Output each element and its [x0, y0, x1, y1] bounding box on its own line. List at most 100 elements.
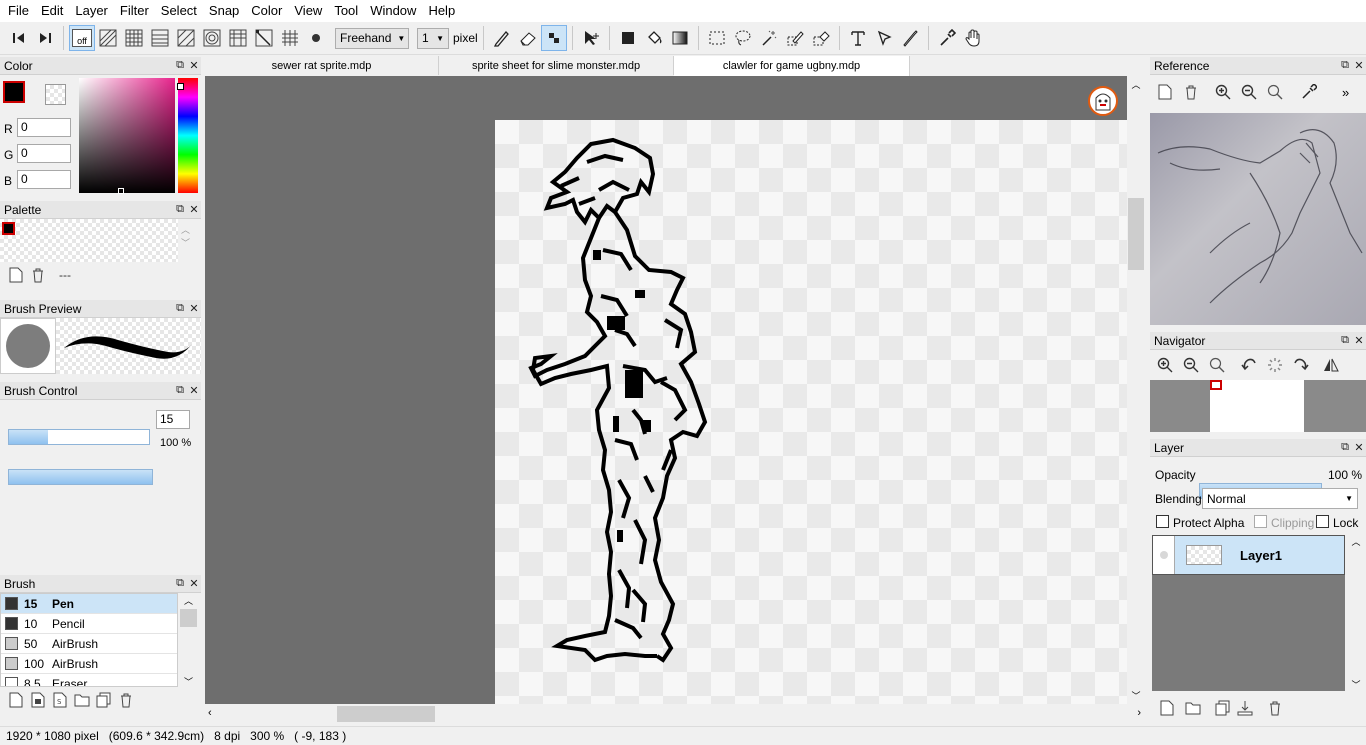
zoom-reset-icon[interactable]: [1206, 354, 1228, 376]
trash-icon[interactable]: [1264, 697, 1286, 719]
duplicate-layer-icon[interactable]: [1212, 697, 1234, 719]
brush-size-input[interactable]: 15: [156, 410, 190, 429]
zoom-in-icon[interactable]: [1212, 81, 1234, 103]
eyedropper-tool-icon[interactable]: [934, 25, 960, 51]
hand-tool-icon[interactable]: [960, 25, 986, 51]
layer-row[interactable]: Layer1: [1152, 535, 1345, 575]
folder-icon[interactable]: [71, 689, 93, 711]
menu-tool[interactable]: Tool: [328, 0, 364, 22]
g-input[interactable]: 0: [17, 144, 71, 163]
mode-select[interactable]: Freehand ▼: [335, 27, 409, 49]
zoom-in-icon[interactable]: [1154, 354, 1176, 376]
lasso-tool-icon[interactable]: [730, 25, 756, 51]
chevron-down-icon[interactable]: ﹀: [1127, 689, 1145, 702]
close-icon[interactable]: ✕: [1352, 59, 1366, 72]
fill-rect-tool-icon[interactable]: [615, 25, 641, 51]
zoom-reset-icon[interactable]: [1264, 81, 1286, 103]
trash-icon[interactable]: [1180, 81, 1202, 103]
scroll-thumb[interactable]: [180, 609, 197, 627]
brush-script-icon[interactable]: S: [49, 689, 71, 711]
trash-icon[interactable]: [115, 689, 137, 711]
pen-tool-icon[interactable]: [489, 25, 515, 51]
snap-concentric-icon[interactable]: [199, 25, 225, 51]
menu-view[interactable]: View: [288, 0, 328, 22]
divide-tool-icon[interactable]: [897, 25, 923, 51]
menu-edit[interactable]: Edit: [35, 0, 69, 22]
menu-filter[interactable]: Filter: [114, 0, 155, 22]
select-rect-tool-icon[interactable]: [704, 25, 730, 51]
brush-item[interactable]: 100 AirBrush: [1, 654, 177, 674]
move-tool-icon[interactable]: [578, 25, 604, 51]
snap-parallel-icon[interactable]: [95, 25, 121, 51]
snap-grid-icon[interactable]: [121, 25, 147, 51]
snap-curve-icon[interactable]: [251, 25, 277, 51]
gradient-tool-icon[interactable]: [667, 25, 693, 51]
hue-slider[interactable]: [178, 78, 198, 193]
float-icon[interactable]: ⧉: [173, 302, 187, 315]
eyedropper-icon[interactable]: [1298, 81, 1320, 103]
trash-icon[interactable]: [27, 264, 49, 286]
b-input[interactable]: 0: [17, 170, 71, 189]
navigator-viewport-frame[interactable]: [1210, 380, 1222, 390]
clipping-checkbox[interactable]: [1254, 515, 1267, 528]
open-reference-icon[interactable]: [1154, 81, 1176, 103]
chevron-left-icon[interactable]: ‹: [208, 707, 212, 719]
float-icon[interactable]: ⧉: [1338, 441, 1352, 454]
navigator-preview[interactable]: [1150, 380, 1366, 432]
menu-snap[interactable]: Snap: [203, 0, 245, 22]
dot-icon[interactable]: [303, 25, 329, 51]
menu-help[interactable]: Help: [422, 0, 461, 22]
layer-list-scrollbar[interactable]: ︿ ﹀: [1346, 535, 1366, 691]
chevron-right-icon[interactable]: ›: [1137, 707, 1141, 719]
foreground-color-swatch[interactable]: [3, 81, 25, 103]
next-icon[interactable]: [32, 25, 58, 51]
menu-file[interactable]: File: [2, 0, 35, 22]
lock-checkbox[interactable]: [1316, 515, 1329, 528]
chevron-up-icon[interactable]: ︿: [1346, 535, 1366, 548]
blending-select[interactable]: Normal ▼: [1202, 488, 1358, 509]
r-input[interactable]: 0: [17, 118, 71, 137]
zoom-out-icon[interactable]: [1238, 81, 1260, 103]
tab-clawler[interactable]: clawler for game ugbny.mdp: [674, 56, 910, 76]
select-eraser-tool-icon[interactable]: [808, 25, 834, 51]
snap-3d-icon[interactable]: [277, 25, 303, 51]
snap-off-button[interactable]: off: [69, 25, 95, 51]
chevron-up-icon[interactable]: ︿: [1127, 78, 1145, 91]
select-pen-tool-icon[interactable]: [782, 25, 808, 51]
float-icon[interactable]: ⧉: [1338, 334, 1352, 347]
drawing-canvas[interactable]: [495, 120, 1127, 704]
float-icon[interactable]: ⧉: [173, 203, 187, 216]
new-layer-icon[interactable]: [1156, 697, 1178, 719]
eraser-tool-icon[interactable]: [515, 25, 541, 51]
new-folder-icon[interactable]: [1182, 697, 1204, 719]
chevron-down-icon[interactable]: ﹀: [1346, 678, 1366, 691]
close-icon[interactable]: ✕: [187, 577, 201, 590]
canvas-hscrollbar[interactable]: ‹ ›: [205, 704, 1145, 724]
rotate-reset-icon[interactable]: [1264, 354, 1286, 376]
new-brush-icon[interactable]: [5, 689, 27, 711]
close-icon[interactable]: ✕: [187, 384, 201, 397]
float-icon[interactable]: ⧉: [173, 577, 187, 590]
float-icon[interactable]: ⧉: [173, 59, 187, 72]
brush-size-slider[interactable]: [8, 429, 150, 445]
brush-list-scrollbar[interactable]: ︿ ﹀: [180, 594, 197, 688]
width-select[interactable]: 1 ▼: [417, 27, 449, 49]
dot-pen-tool-icon[interactable]: [540, 25, 567, 51]
close-icon[interactable]: ✕: [1352, 334, 1366, 347]
operation-tool-icon[interactable]: [871, 25, 897, 51]
protect-alpha-checkbox[interactable]: [1156, 515, 1169, 528]
copy-icon[interactable]: [93, 689, 115, 711]
transparent-color-swatch[interactable]: [45, 84, 66, 105]
close-icon[interactable]: ✕: [187, 302, 201, 315]
snap-perspective-icon[interactable]: [225, 25, 251, 51]
snap-lines-icon[interactable]: [147, 25, 173, 51]
menu-select[interactable]: Select: [155, 0, 203, 22]
brush-opacity-slider[interactable]: [8, 469, 153, 485]
prev-icon[interactable]: [6, 25, 32, 51]
bucket-tool-icon[interactable]: [641, 25, 667, 51]
chevron-up-icon[interactable]: ︿: [180, 594, 197, 607]
menu-color[interactable]: Color: [245, 0, 288, 22]
scroll-thumb[interactable]: [337, 706, 435, 722]
scroll-arrows-icon[interactable]: ︿ ﹀: [181, 223, 190, 249]
close-icon[interactable]: ✕: [1352, 441, 1366, 454]
